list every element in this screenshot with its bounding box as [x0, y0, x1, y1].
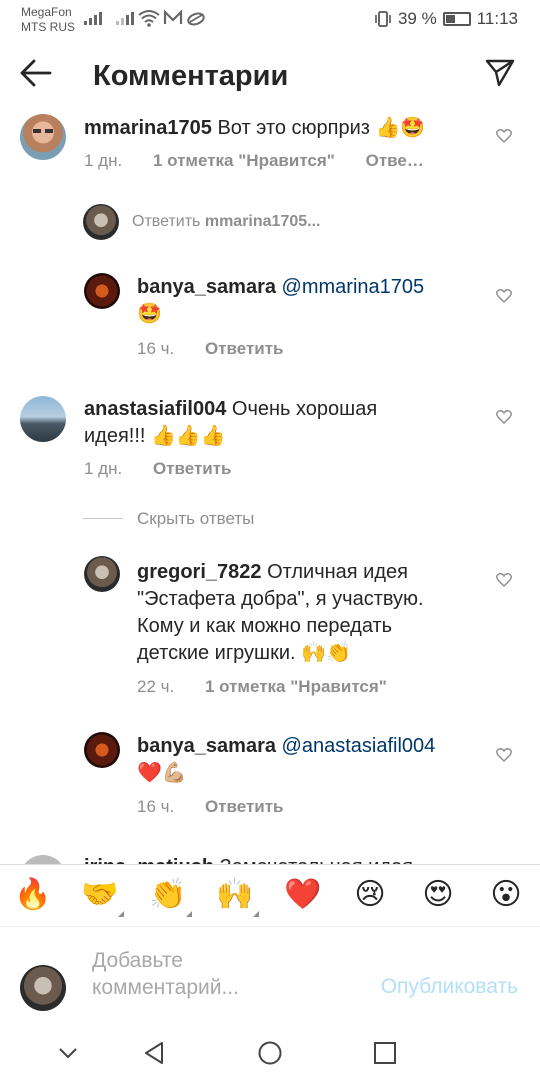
- comment-meta: 1 дн. Ответить: [84, 459, 258, 479]
- like-heart-icon[interactable]: [496, 128, 512, 143]
- carrier-info: MegaFon MTS RUS: [21, 5, 75, 35]
- comment-likes[interactable]: 1 отметка "Нравится": [153, 151, 335, 170]
- emoji-heart[interactable]: ❤️: [283, 877, 323, 913]
- signal-icon: [116, 12, 134, 25]
- comment-username[interactable]: mmarina1705: [84, 117, 212, 139]
- comment-reply-button[interactable]: Ответить: [205, 339, 284, 358]
- comment-username[interactable]: banya_samara: [137, 735, 276, 757]
- comment-time: 22 ч.: [137, 677, 175, 696]
- like-heart-icon[interactable]: [496, 409, 512, 424]
- comment-body-2: идея!!! 👍👍👍: [84, 425, 226, 447]
- battery-percent: 39 %: [397, 9, 437, 28]
- hide-replies-button[interactable]: Скрыть ответы: [137, 509, 254, 529]
- avatar: [20, 965, 66, 1011]
- comment-body: 🤩: [137, 303, 162, 325]
- comment-body: Очень хорошая: [231, 398, 378, 420]
- comment-time: 1 дн.: [84, 151, 123, 170]
- comment-text: banya_samara @mmarina1705 🤩: [137, 274, 477, 328]
- recents-square-icon[interactable]: [370, 1038, 400, 1068]
- comment-time: 16 ч.: [137, 797, 175, 816]
- publish-button[interactable]: Опубликовать: [381, 975, 518, 999]
- like-heart-icon[interactable]: [496, 288, 512, 303]
- avatar[interactable]: [84, 732, 120, 768]
- comment-input[interactable]: Добавьте комментарий...: [92, 947, 332, 1001]
- comment-username[interactable]: gregori_7822: [137, 561, 262, 583]
- system-nav-bar: [0, 1028, 540, 1080]
- status-right: 39 % 11:13: [374, 9, 518, 29]
- emoji-surprised[interactable]: 😮: [486, 877, 526, 913]
- signal-icon: [84, 12, 102, 25]
- comment-username[interactable]: anastasiafil004: [84, 398, 226, 420]
- comment-text: banya_samara @anastasiafil004 ❤️💪🏼: [137, 733, 477, 787]
- send-icon[interactable]: [484, 58, 516, 88]
- header: Комментарии: [0, 48, 540, 108]
- emoji-handshake[interactable]: 🤝: [80, 877, 124, 917]
- comment-reply-button[interactable]: Ответить: [205, 797, 284, 816]
- back-arrow-icon[interactable]: [18, 58, 54, 88]
- reply-hint-username: mmarina1705...: [204, 213, 321, 230]
- comment-reply-button[interactable]: Ответить: [153, 459, 232, 478]
- comment-body: Вот это сюрприз 👍🤩: [217, 117, 426, 139]
- comment-body-3: Кому и как можно передать: [137, 615, 393, 637]
- comment-input-area: Добавьте комментарий... Опубликовать: [0, 926, 540, 1028]
- avatar[interactable]: [20, 396, 66, 442]
- emoji-raised-hands-glyph: 🙌: [216, 878, 254, 911]
- battery-icon: [442, 12, 471, 26]
- comment-meta: 16 ч. Ответить: [137, 797, 310, 817]
- comment-input-placeholder-2: комментарий...: [92, 976, 239, 999]
- carrier-1: MegaFon: [21, 5, 72, 19]
- emoji-raised-hands[interactable]: 🙌: [215, 877, 259, 917]
- comment-text: anastasiafil004 Очень хорошая идея!!! 👍👍…: [84, 396, 474, 450]
- emoji-crying[interactable]: 😢: [350, 877, 390, 913]
- reply-hint-prefix: Ответить: [132, 213, 201, 230]
- comment-meta: 1 дн. 1 отметка "Нравится" Отве…: [84, 151, 450, 171]
- emoji-clap[interactable]: 👏: [148, 877, 192, 917]
- comment-mention[interactable]: @anastasiafil004: [282, 735, 436, 757]
- emoji-bar: 🔥 🤝 👏 🙌 ❤️ 😢 😍 😮: [0, 864, 540, 926]
- page-title: Комментарии: [93, 60, 289, 92]
- reply-hint[interactable]: Ответить mmarina1705...: [132, 213, 320, 231]
- comment-text: gregori_7822 Отличная идея "Эстафета доб…: [137, 559, 487, 667]
- status-bar: MegaFon MTS RUS 39 % 11:13: [0, 0, 540, 40]
- comment-meta: 22 ч. 1 отметка "Нравится": [137, 677, 413, 697]
- comment-body: ❤️💪🏼: [137, 762, 187, 784]
- app-notification-icon: [187, 12, 205, 26]
- avatar[interactable]: [84, 273, 120, 309]
- chevron-down-icon[interactable]: [53, 1038, 83, 1068]
- comment-text: mmarina1705 Вот это сюрприз 👍🤩: [84, 115, 484, 142]
- comment-input-placeholder-1: Добавьте: [92, 949, 183, 972]
- vibrate-icon: [375, 11, 391, 27]
- home-circle-icon[interactable]: [255, 1038, 285, 1068]
- hide-replies-divider: [83, 518, 123, 519]
- carrier-2: MTS RUS: [21, 20, 75, 34]
- comment-body-2: "Эстафета добра", я участвую.: [137, 588, 424, 610]
- like-heart-icon[interactable]: [496, 747, 512, 762]
- avatar[interactable]: [20, 114, 66, 160]
- comment-mention[interactable]: @mmarina1705: [282, 276, 425, 298]
- emoji-clap-glyph: 👏: [149, 878, 187, 911]
- comment-meta: 16 ч. Ответить: [137, 339, 310, 359]
- comment-reply-button[interactable]: Отве…: [366, 151, 424, 170]
- comment-time: 1 дн.: [84, 459, 123, 478]
- clock: 11:13: [476, 9, 518, 28]
- wifi-icon: [138, 10, 160, 27]
- comment-body-4: детские игрушки. 🙌👏: [137, 642, 351, 664]
- avatar[interactable]: [84, 556, 120, 592]
- mail-icon: [163, 10, 183, 24]
- comment-likes[interactable]: 1 отметка "Нравится": [205, 677, 387, 696]
- emoji-heart-eyes[interactable]: 😍: [418, 877, 458, 913]
- comment-time: 16 ч.: [137, 339, 175, 358]
- back-triangle-icon[interactable]: [140, 1038, 170, 1068]
- emoji-handshake-glyph: 🤝: [81, 878, 119, 911]
- like-heart-icon[interactable]: [496, 572, 512, 587]
- comment-username[interactable]: banya_samara: [137, 276, 276, 298]
- comment-body: Отличная идея: [267, 561, 408, 583]
- avatar: [83, 204, 119, 240]
- emoji-fire[interactable]: 🔥: [13, 877, 53, 913]
